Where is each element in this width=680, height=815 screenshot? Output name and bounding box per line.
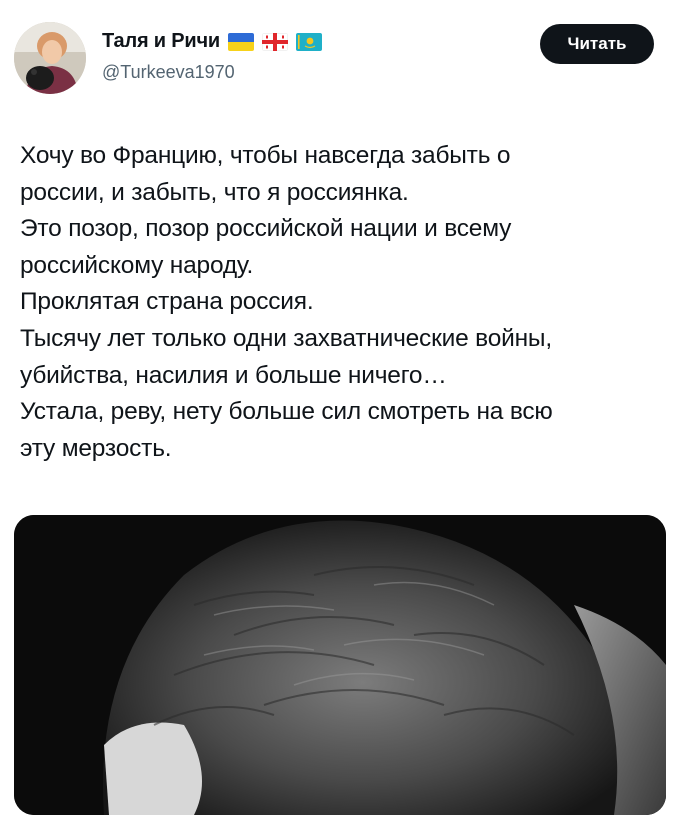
video-frame-image	[14, 515, 666, 815]
kazakhstan-flag-icon	[295, 32, 322, 51]
georgia-flag-icon	[261, 32, 288, 51]
user-avatar[interactable]	[14, 22, 86, 94]
author-handle[interactable]: @Turkeeva1970	[102, 62, 235, 83]
author-name-row: Таля и Ричи	[102, 30, 322, 53]
author-display-name[interactable]: Таля и Ричи	[102, 30, 220, 53]
follow-button[interactable]: Читать	[540, 24, 654, 64]
tweet-header: Таля и Ричи @Turkeeva1970 Читать	[0, 0, 680, 110]
ukraine-flag-icon	[227, 32, 254, 51]
tweet-text: Хочу во Францию, чтобы навсегда забыть о…	[20, 142, 553, 462]
avatar-image	[14, 22, 86, 94]
video-thumbnail[interactable]	[14, 515, 666, 815]
